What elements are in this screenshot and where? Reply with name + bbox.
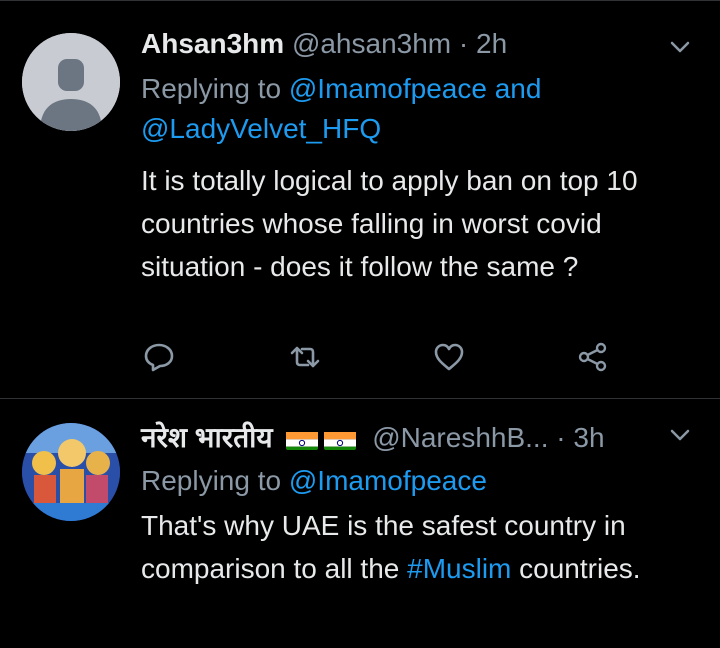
separator-dot: · — [458, 28, 469, 59]
replying-to-label: Replying to — [141, 465, 282, 496]
tweet-1[interactable]: Ahsan3hm @ahsan3hm · 2h Replying to @Ima… — [0, 0, 720, 399]
chevron-down-icon[interactable] — [666, 33, 694, 61]
replying-to: Replying to @Imamofpeace — [141, 461, 701, 501]
india-flag-icon — [286, 428, 319, 450]
user-handle[interactable]: @ahsan3hm — [292, 28, 451, 59]
tweet-header: नरेश भारतीय @NareshhB... · 3h — [141, 421, 605, 455]
reply-icon[interactable] — [141, 339, 177, 375]
timestamp[interactable]: 2h — [476, 28, 507, 59]
replying-to: Replying to @Imamofpeace and @LadyVelvet… — [141, 69, 701, 149]
timestamp[interactable]: 3h — [573, 422, 604, 453]
display-name[interactable]: नरेश भारतीय — [141, 422, 273, 453]
share-icon[interactable] — [575, 339, 611, 375]
tweet-actions — [141, 339, 611, 379]
reply-mention-2[interactable]: @LadyVelvet_HFQ — [141, 113, 381, 144]
avatar-default[interactable] — [22, 33, 120, 131]
tweet-text: It is totally logical to apply ban on to… — [141, 165, 638, 282]
heart-icon[interactable] — [431, 339, 467, 375]
retweet-icon[interactable] — [287, 339, 323, 375]
separator-dot: · — [556, 422, 566, 453]
hashtag-link[interactable]: #Muslim — [407, 553, 511, 584]
reply-mention-1[interactable]: @Imamofpeace — [289, 73, 487, 104]
deity-artwork-icon — [22, 423, 120, 521]
avatar-image[interactable] — [22, 423, 120, 521]
user-handle[interactable]: @NareshhB... — [372, 422, 548, 453]
tweet-header: Ahsan3hm @ahsan3hm · 2h — [141, 27, 507, 61]
reply-mention-1[interactable]: @Imamofpeace — [289, 465, 487, 496]
tweet-2[interactable]: नरेश भारतीय @NareshhB... · 3h Replying t… — [0, 398, 720, 648]
tweet-text-part-2: countries. — [519, 553, 641, 584]
india-flag-icon — [324, 428, 357, 450]
chevron-down-icon[interactable] — [666, 421, 694, 449]
reply-and[interactable]: and — [495, 73, 542, 104]
tweet-text: That's why UAE is the safest country in … — [141, 504, 701, 590]
replying-to-label: Replying to — [141, 73, 282, 104]
flag-emojis — [280, 421, 357, 455]
display-name[interactable]: Ahsan3hm — [141, 28, 284, 59]
default-profile-icon — [22, 33, 120, 131]
